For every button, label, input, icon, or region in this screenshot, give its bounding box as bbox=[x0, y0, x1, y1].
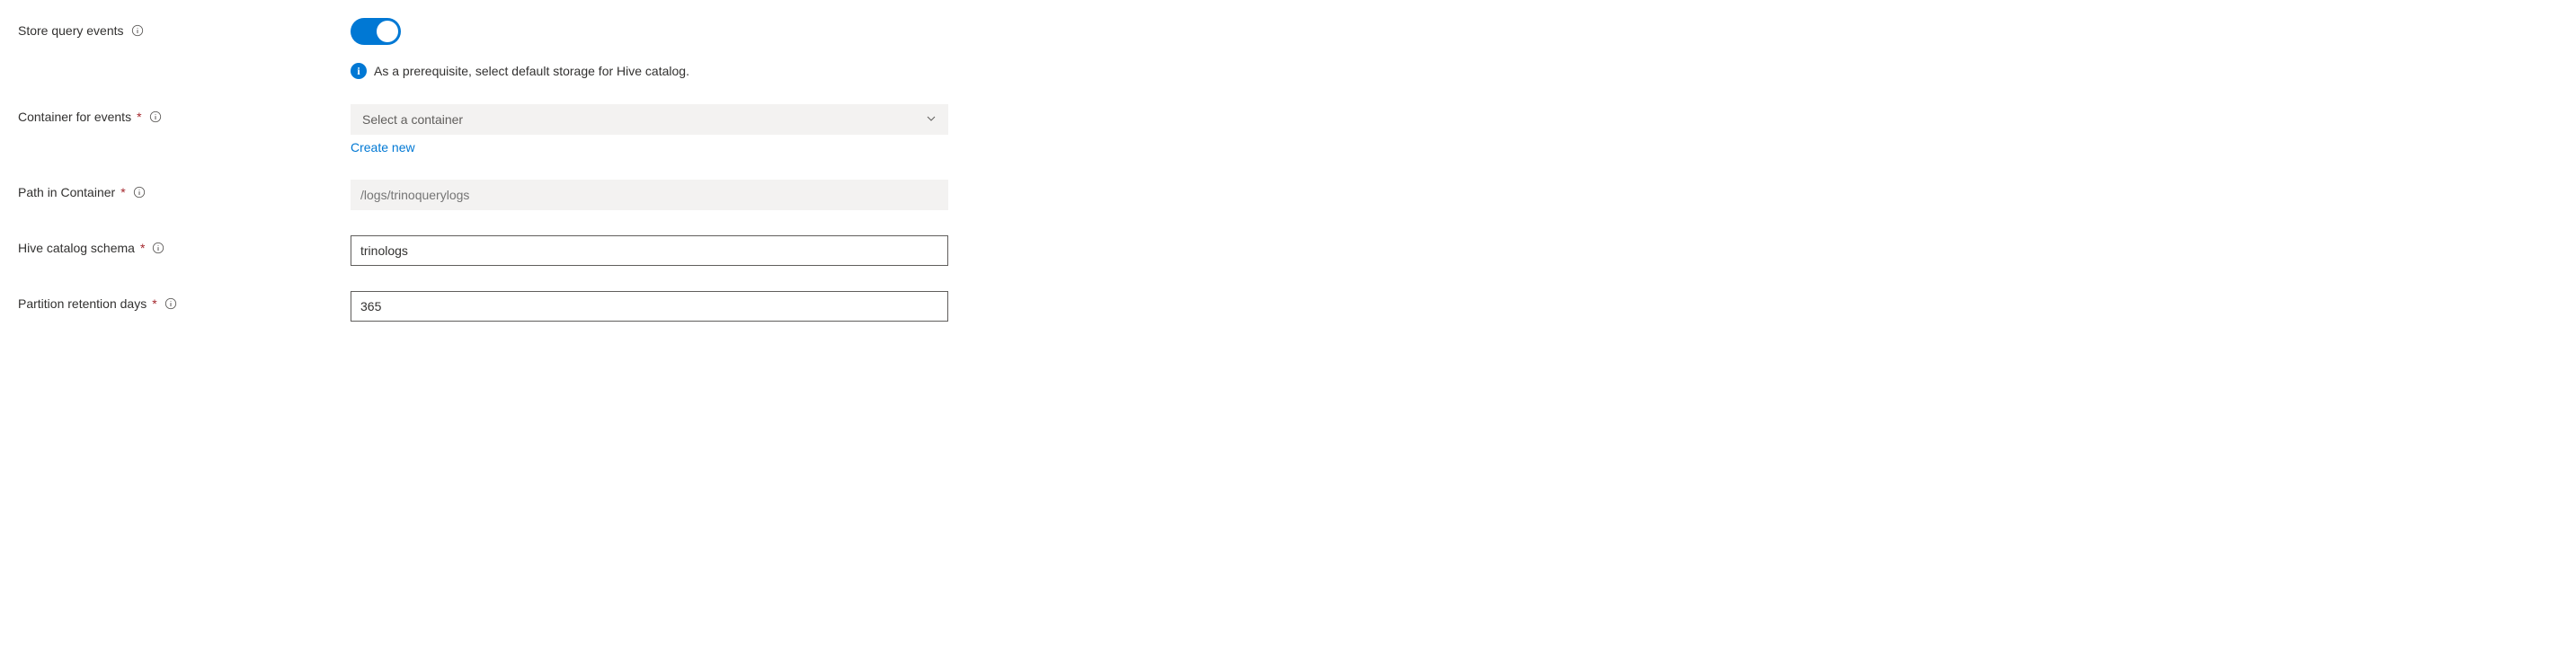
container-select[interactable]: Select a container bbox=[351, 104, 948, 135]
required-indicator: * bbox=[152, 296, 156, 311]
info-icon[interactable] bbox=[164, 297, 177, 310]
toggle-knob bbox=[377, 21, 398, 42]
info-icon[interactable] bbox=[133, 186, 146, 199]
select-placeholder: Select a container bbox=[362, 112, 463, 127]
control-col bbox=[351, 235, 948, 266]
required-indicator: * bbox=[140, 241, 145, 255]
required-indicator: * bbox=[137, 110, 141, 124]
row-path-in-container: Path in Container * bbox=[18, 180, 2558, 210]
info-badge-icon: i bbox=[351, 63, 367, 79]
store-query-events-toggle[interactable] bbox=[351, 18, 401, 45]
row-container-for-events: Container for events * Select a containe… bbox=[18, 104, 2558, 154]
label-container-for-events: Container for events * bbox=[18, 104, 351, 124]
info-icon[interactable] bbox=[149, 110, 162, 123]
path-in-container-input[interactable] bbox=[351, 180, 948, 210]
control-col bbox=[351, 291, 948, 322]
label-partition-retention-days: Partition retention days * bbox=[18, 291, 351, 311]
label-text: Store query events bbox=[18, 23, 124, 38]
label-path-in-container: Path in Container * bbox=[18, 180, 351, 199]
partition-retention-days-input[interactable] bbox=[351, 291, 948, 322]
info-icon[interactable] bbox=[152, 242, 164, 254]
label-store-query-events: Store query events bbox=[18, 18, 351, 38]
create-new-link[interactable]: Create new bbox=[351, 140, 948, 154]
chevron-down-icon bbox=[926, 112, 937, 127]
label-text: Path in Container bbox=[18, 185, 115, 199]
row-partition-retention-days: Partition retention days * bbox=[18, 291, 2558, 322]
row-store-query-events: Store query events i As a prerequisite, … bbox=[18, 18, 2558, 79]
label-text: Hive catalog schema bbox=[18, 241, 135, 255]
hive-catalog-schema-input[interactable] bbox=[351, 235, 948, 266]
control-col bbox=[351, 180, 948, 210]
label-text: Container for events bbox=[18, 110, 131, 124]
prerequisite-message: i As a prerequisite, select default stor… bbox=[351, 63, 948, 79]
label-hive-catalog-schema: Hive catalog schema * bbox=[18, 235, 351, 255]
row-hive-catalog-schema: Hive catalog schema * bbox=[18, 235, 2558, 266]
label-text: Partition retention days bbox=[18, 296, 147, 311]
control-col: i As a prerequisite, select default stor… bbox=[351, 18, 948, 79]
info-text: As a prerequisite, select default storag… bbox=[374, 64, 689, 78]
control-col: Select a container Create new bbox=[351, 104, 948, 154]
info-icon[interactable] bbox=[131, 24, 144, 37]
required-indicator: * bbox=[120, 185, 125, 199]
